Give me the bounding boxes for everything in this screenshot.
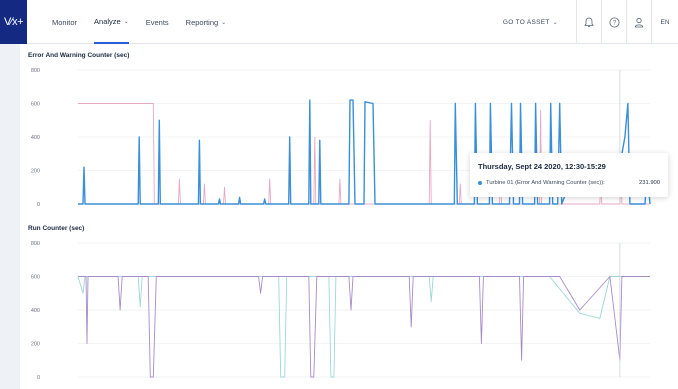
bell-icon bbox=[584, 17, 594, 27]
chart-title-run-counter: Run Counter (sec) bbox=[28, 225, 85, 232]
main-nav: Monitor Analyze ⌄ Events Reporting ⌄ bbox=[52, 0, 243, 44]
user-icon bbox=[634, 17, 644, 27]
help-icon: ? bbox=[609, 17, 619, 27]
y-tick-label: 400 bbox=[31, 135, 40, 141]
go-to-asset-label: GO TO ASSET bbox=[502, 18, 550, 26]
y-tick-label: 600 bbox=[31, 275, 40, 281]
nav-analyze[interactable]: Analyze ⌄ bbox=[94, 0, 129, 44]
chevron-down-icon: ⌄ bbox=[552, 19, 558, 26]
chart-title-error-warning: Error And Warning Counter (sec) bbox=[28, 52, 130, 59]
svg-text:?: ? bbox=[612, 20, 616, 26]
y-tick-label: 800 bbox=[31, 68, 40, 74]
tooltip-value: 231.900 bbox=[639, 180, 660, 186]
nav-reporting[interactable]: Reporting ⌄ bbox=[186, 0, 227, 44]
top-navigation-bar: V∕x+ Monitor Analyze ⌄ Events Reporting … bbox=[0, 0, 678, 44]
language-label: EN bbox=[660, 18, 670, 26]
nav-events[interactable]: Events bbox=[146, 0, 169, 44]
logo-text: V∕x+ bbox=[3, 16, 24, 28]
y-tick-label: 200 bbox=[31, 169, 40, 175]
chevron-down-icon: ⌄ bbox=[123, 18, 129, 25]
nav-monitor[interactable]: Monitor bbox=[52, 0, 77, 44]
series-line[interactable] bbox=[77, 276, 650, 378]
y-tick-label: 200 bbox=[31, 342, 40, 348]
run-counter-chart[interactable]: 800 600 400 200 0 bbox=[20, 235, 678, 385]
y-tick-label: 0 bbox=[37, 375, 40, 381]
tooltip-title: Thursday, Sept 24 2020, 12:30-15:29 bbox=[478, 162, 606, 171]
chevron-down-icon: ⌄ bbox=[221, 19, 227, 26]
chart-tooltip: Thursday, Sept 24 2020, 12:30-15:29 Turb… bbox=[470, 153, 668, 197]
y-tick-label: 0 bbox=[37, 202, 40, 208]
help-button[interactable]: ? bbox=[601, 0, 626, 44]
analysis-content: Error And Warning Counter (sec) 800 600 40… bbox=[20, 44, 678, 389]
y-tick-label: 600 bbox=[31, 102, 40, 108]
app-logo[interactable]: V∕x+ bbox=[0, 0, 27, 44]
y-tick-label: 800 bbox=[31, 241, 40, 247]
nav-analyze-label: Analyze bbox=[94, 16, 121, 26]
language-selector[interactable]: EN bbox=[651, 0, 678, 44]
tooltip-series-label: Turbine 01 (Error And Warning Counter (s… bbox=[486, 180, 605, 186]
nav-monitor-label: Monitor bbox=[52, 17, 78, 27]
nav-events-label: Events bbox=[145, 17, 169, 27]
tooltip-series-row: Turbine 01 (Error And Warning Counter (s… bbox=[478, 180, 660, 186]
nav-reporting-label: Reporting bbox=[185, 17, 219, 27]
notifications-button[interactable] bbox=[576, 0, 601, 44]
series-dot-icon bbox=[478, 181, 482, 185]
go-to-asset-dropdown[interactable]: GO TO ASSET ⌄ bbox=[503, 19, 558, 26]
header-tools: GO TO ASSET ⌄ ? EN bbox=[503, 0, 678, 44]
series-line[interactable] bbox=[78, 276, 650, 378]
user-profile-button[interactable] bbox=[626, 0, 651, 44]
y-tick-label: 400 bbox=[31, 308, 40, 314]
